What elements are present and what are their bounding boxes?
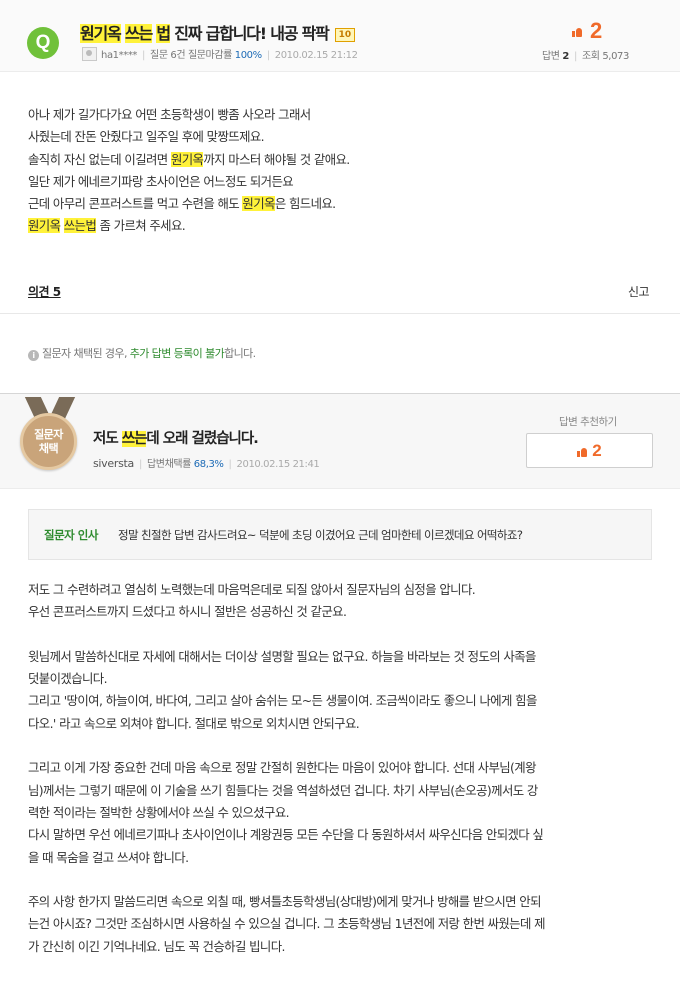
answer-rate: 68,3%	[193, 459, 224, 470]
body-line: 님)께서는 그렇기 때문에 이 기술을 쓰기 힘들다는 것을 역설하셨던 겁니다…	[28, 782, 538, 798]
body-line: 그리고 이게 가장 중요한 건데 마음 속으로 정말 간절히 원한다는 마음이 …	[28, 760, 536, 776]
body-line: 을 때 목숨을 걸고 쓰셔야 합니다.	[28, 849, 189, 865]
meta-separator: |	[142, 50, 146, 61]
answer-likes: 2	[592, 441, 602, 460]
question-meta: ha1**** | 질문 6건 질문마감률 100% | 2010.02.15 21:1…	[82, 46, 358, 61]
question-title: 원기옥 쓰는 법 진짜 급합니다! 내공 팍팍 10	[80, 20, 356, 44]
question-likes: 2	[590, 18, 603, 43]
body-line: 는건 아시죠? 그것만 조심하시면 사용하실 수 있으실 겁니다. 그 초등학생…	[28, 916, 546, 932]
body-line: 덧붙이겠습니다.	[28, 671, 108, 687]
answer-rate-label: 답변채택률	[146, 459, 191, 470]
body-line: 윗님께서 말씀하신대로 자세에 대해서는 더이상 설명할 필요는 없구요. 하늘…	[28, 648, 536, 664]
body-line: 저도 그 수련하려고 열심히 노력했는데 마음먹은데로 되질 않아서 질문자님의…	[28, 582, 476, 597]
meta-separator: |	[228, 459, 232, 470]
body-text: 좀 가르쳐 주세요.	[96, 218, 186, 234]
body-line: 주의 사항 한가지 말씀드리면 속으로 외칠 때, 빵셔틀초등학생님(상대방)에…	[28, 894, 542, 910]
question-author[interactable]: ha1****	[101, 50, 137, 61]
question-body: 아나 제가 길가다가요 어떤 초등학생이 빵좀 사오라 그래서 사줬는데 잔돈 …	[28, 104, 658, 238]
recommend-label: 답변 추천하기	[559, 416, 617, 428]
body-highlight: 쓰는법	[63, 218, 97, 234]
question-date: 2010.02.15 21:12	[274, 50, 358, 61]
body-line: 아나 제가 길가다가요 어떤 초등학생이 빵좀 사오라 그래서	[28, 107, 311, 122]
bounty-badge: 10	[334, 28, 356, 42]
question-badge-icon: Q	[27, 27, 59, 59]
body-text: 근데 아무리 콘프러스트를 먹고 수련을 해도	[28, 196, 243, 212]
meta-separator: |	[266, 50, 270, 61]
meta-separator: |	[138, 459, 142, 470]
body-text: 까지 마스터 해야될 것 같애요.	[203, 151, 350, 167]
accepted-medal-icon: 질문자 채택	[20, 413, 77, 470]
recommend-button[interactable]: 2	[526, 433, 653, 468]
answer-body: 저도 그 수련하려고 열심히 노력했는데 마음먹은데로 되질 않아서 질문자님의…	[28, 579, 658, 958]
answer-title-post: 데 오래 걸렸습니다.	[146, 431, 258, 447]
body-line: 그리고 '땅이여, 하늘이여, 바다여, 그리고 살아 숨쉬는 모~든 생물이여…	[28, 693, 537, 709]
title-highlight-1: 원기옥	[80, 24, 122, 43]
body-highlight: 원기옥	[170, 151, 204, 167]
thanks-text: 정말 친절한 답변 감사드려요~ 덕분에 초딩 이겼어요 근데 엄마한테 이르겠…	[118, 528, 523, 542]
notice-text: i 질문자 채택된 경우, 추가 답변 등록이 불가합니다.	[28, 345, 256, 361]
thumbs-up-icon	[572, 26, 582, 37]
thanks-label: 질문자 인사	[44, 528, 98, 542]
notice-pre: 질문자 채택된 경우,	[42, 347, 130, 360]
divider	[0, 313, 680, 314]
opinions-link[interactable]: 의견 5	[28, 283, 61, 300]
body-line: 다오.' 라고 속으로 외쳐야 합니다. 절대로 밖으로 외치시면 안되구요.	[28, 715, 360, 731]
avatar-icon	[82, 47, 97, 61]
views-count: 5,073	[602, 51, 629, 62]
title-highlight-3: 법	[156, 24, 171, 43]
body-highlight: 원기옥	[242, 196, 275, 212]
body-text: 은 힘드네요.	[274, 196, 336, 212]
title-rest: 진짜 급합니다! 내공 팍팍	[169, 24, 330, 43]
notice-post: 합니다.	[224, 347, 256, 360]
body-line: 원기옥 쓰는법 좀 가르쳐 주세요.	[28, 215, 658, 237]
body-text: 솔직히 자신 없는데 이길려면	[28, 151, 171, 167]
thumbs-up-icon	[577, 446, 588, 457]
answer-author[interactable]: siversta	[93, 457, 134, 470]
body-line: 력한 적이라는 절박한 상황에서야 쓰실 수 있으셨구요.	[28, 804, 290, 820]
answer-title: 저도 쓰는데 오래 걸렸습니다.	[93, 427, 259, 448]
accept-rate: 100%	[234, 50, 262, 61]
question-count: 질문 6건	[150, 50, 186, 61]
answers-count: 2	[562, 51, 569, 62]
accept-rate-label: 질문마감률	[187, 50, 232, 61]
body-line: 우선 콘프러스트까지 드셨다고 하시니 절반은 성공하신 것 같군요.	[28, 604, 347, 620]
views-label: 조회	[581, 51, 600, 62]
answer-meta: siversta | 답변채택률 68,3% | 2010.02.15 21:41	[93, 455, 320, 470]
medal-label-2: 채택	[38, 442, 59, 455]
body-line: 사줬는데 잔돈 안줬다고 일주일 후에 맞짱뜨제요.	[28, 129, 265, 145]
meta-separator: |	[573, 51, 577, 62]
question-like-count[interactable]: 2	[572, 18, 602, 44]
answer-title-highlight: 쓰는	[121, 431, 147, 447]
body-line: 일단 제가 에네르기파랑 초사이언은 어느정도 되거든요	[28, 173, 294, 189]
body-highlight: 원기옥	[28, 218, 61, 234]
answer-date: 2010.02.15 21:41	[236, 459, 320, 470]
report-link[interactable]: 신고	[628, 283, 650, 300]
body-line: 다시 말하면 우선 에네르기파나 초사이언이나 계왕권등 모든 수단을 다 동원…	[28, 827, 544, 843]
body-line: 가 간신히 이긴 기억나네요. 님도 꼭 건승하길 빕니다.	[28, 938, 285, 954]
answers-label: 답변	[542, 51, 560, 62]
title-highlight-2: 쓰는	[124, 24, 153, 43]
body-line: 솔직히 자신 없는데 이길려면 원기옥까지 마스터 해야될 것 같애요.	[28, 149, 658, 171]
body-line: 근데 아무리 콘프러스트를 먹고 수련을 해도 원기옥은 힘드네요.	[28, 193, 658, 215]
info-icon: i	[28, 350, 39, 361]
notice-green: 추가 답변 등록이 불가	[129, 347, 225, 360]
medal-label-1: 질문자	[34, 428, 63, 441]
question-stats: 답변 2 | 조회 5,073	[542, 47, 629, 62]
answer-title-pre: 저도	[93, 431, 122, 447]
asker-thanks-box: 질문자 인사 정말 친절한 답변 감사드려요~ 덕분에 초딩 이겼어요 근데 엄…	[28, 509, 652, 560]
